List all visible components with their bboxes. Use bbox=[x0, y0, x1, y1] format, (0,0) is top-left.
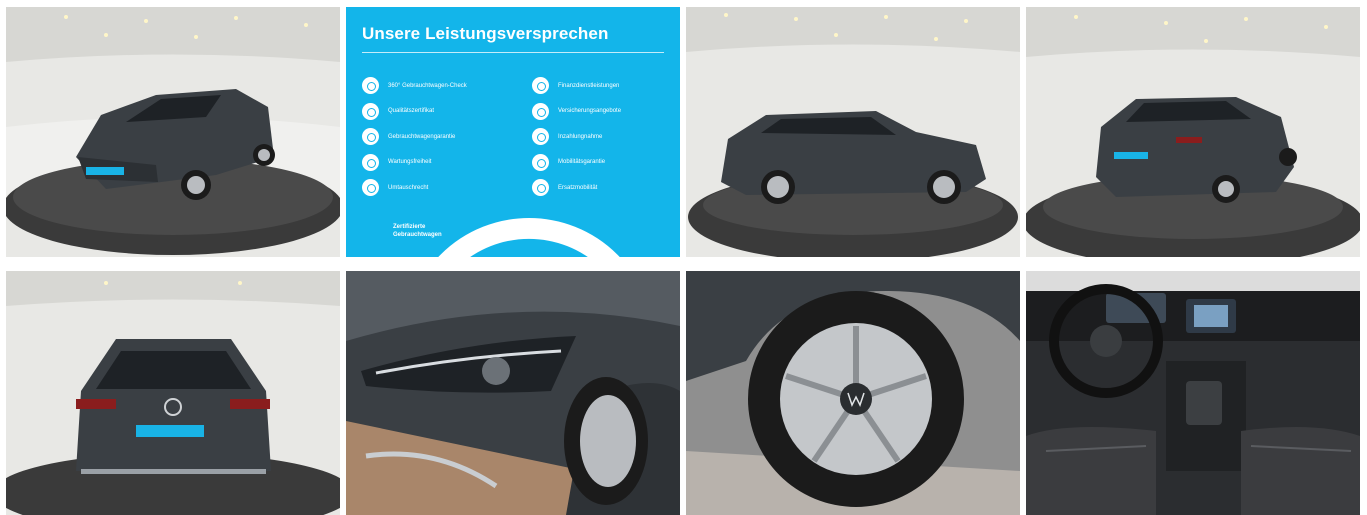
divider bbox=[362, 52, 664, 53]
shield-icon bbox=[362, 128, 379, 146]
promise-item-label: Versicherungsangebote bbox=[558, 108, 622, 115]
promise-item: Versicherungsangebote bbox=[532, 99, 680, 125]
logo-caption-line: Zertifizierte bbox=[393, 224, 426, 230]
car-photo-rear-quarter bbox=[1026, 7, 1360, 257]
promise-list-left: 360° Gebrauchtwagen-Check Qualitätszerti… bbox=[362, 73, 522, 201]
promise-item-label: Qualitätszertifikat bbox=[388, 108, 435, 115]
promise-item: Inzahlungnahme bbox=[532, 124, 680, 150]
promise-item-label: Mobilitätsgarantie bbox=[558, 159, 606, 166]
promise-item-label: Umtauschrecht bbox=[388, 184, 429, 191]
car-icon bbox=[532, 179, 549, 197]
car-photo-wheel bbox=[686, 271, 1020, 515]
gallery-image-rear[interactable] bbox=[6, 271, 340, 515]
exchange-icon bbox=[362, 179, 379, 197]
logo-caption: Zertifizierte Gebrauchtwagen bbox=[393, 223, 473, 239]
promise-item-label: Inzahlungnahme bbox=[558, 133, 603, 140]
promise-item-label: Gebrauchtwagengarantie bbox=[388, 133, 456, 140]
gallery-image-headlight[interactable] bbox=[346, 271, 680, 515]
promise-item-label: Finanzdienstleistungen bbox=[558, 82, 620, 89]
gallery-image-wheel[interactable] bbox=[686, 271, 1020, 515]
promise-item: Ersatzmobilität bbox=[532, 175, 680, 201]
car-photo-front bbox=[6, 7, 340, 257]
mobility-icon bbox=[532, 153, 549, 171]
promise-item: Umtauschrecht bbox=[362, 175, 522, 201]
promise-title: Unsere Leistungsversprechen bbox=[362, 24, 609, 43]
promise-item: 360° Gebrauchtwagen-Check bbox=[362, 73, 522, 99]
car-photo-headlight bbox=[346, 271, 680, 515]
promise-item-label: Ersatzmobilität bbox=[558, 184, 598, 191]
promise-item: Qualitätszertifikat bbox=[362, 99, 522, 125]
car-photo-side bbox=[686, 7, 1020, 257]
promise-item-label: 360° Gebrauchtwagen-Check bbox=[388, 82, 467, 89]
check-icon bbox=[362, 77, 379, 95]
umbrella-icon bbox=[532, 102, 549, 120]
promise-item: Finanzdienstleistungen bbox=[532, 73, 680, 99]
logo-caption-line: Gebrauchtwagen bbox=[393, 232, 442, 238]
certificate-icon bbox=[362, 102, 379, 120]
promise-item: Gebrauchtwagengarantie bbox=[362, 124, 522, 150]
promise-item: Mobilitätsgarantie bbox=[532, 150, 680, 176]
key-icon bbox=[532, 128, 549, 146]
gallery-image-interior[interactable] bbox=[1026, 271, 1360, 515]
gallery-image-rear-quarter[interactable] bbox=[1026, 7, 1360, 257]
gallery-image-front[interactable] bbox=[6, 7, 340, 257]
finance-icon bbox=[532, 77, 549, 95]
promise-list-right: Finanzdienstleistungen Versicherungsange… bbox=[532, 73, 680, 201]
image-gallery: Unsere Leistungsversprechen 360° Gebrauc… bbox=[6, 7, 1360, 515]
car-photo-interior bbox=[1026, 271, 1360, 515]
promise-item-label: Wartungsfreiheit bbox=[388, 159, 432, 166]
promise-panel[interactable]: Unsere Leistungsversprechen 360° Gebrauc… bbox=[346, 7, 680, 257]
car-photo-rear bbox=[6, 271, 340, 515]
gallery-image-side[interactable] bbox=[686, 7, 1020, 257]
promise-item: Wartungsfreiheit bbox=[362, 150, 522, 176]
wrench-icon bbox=[362, 153, 379, 171]
